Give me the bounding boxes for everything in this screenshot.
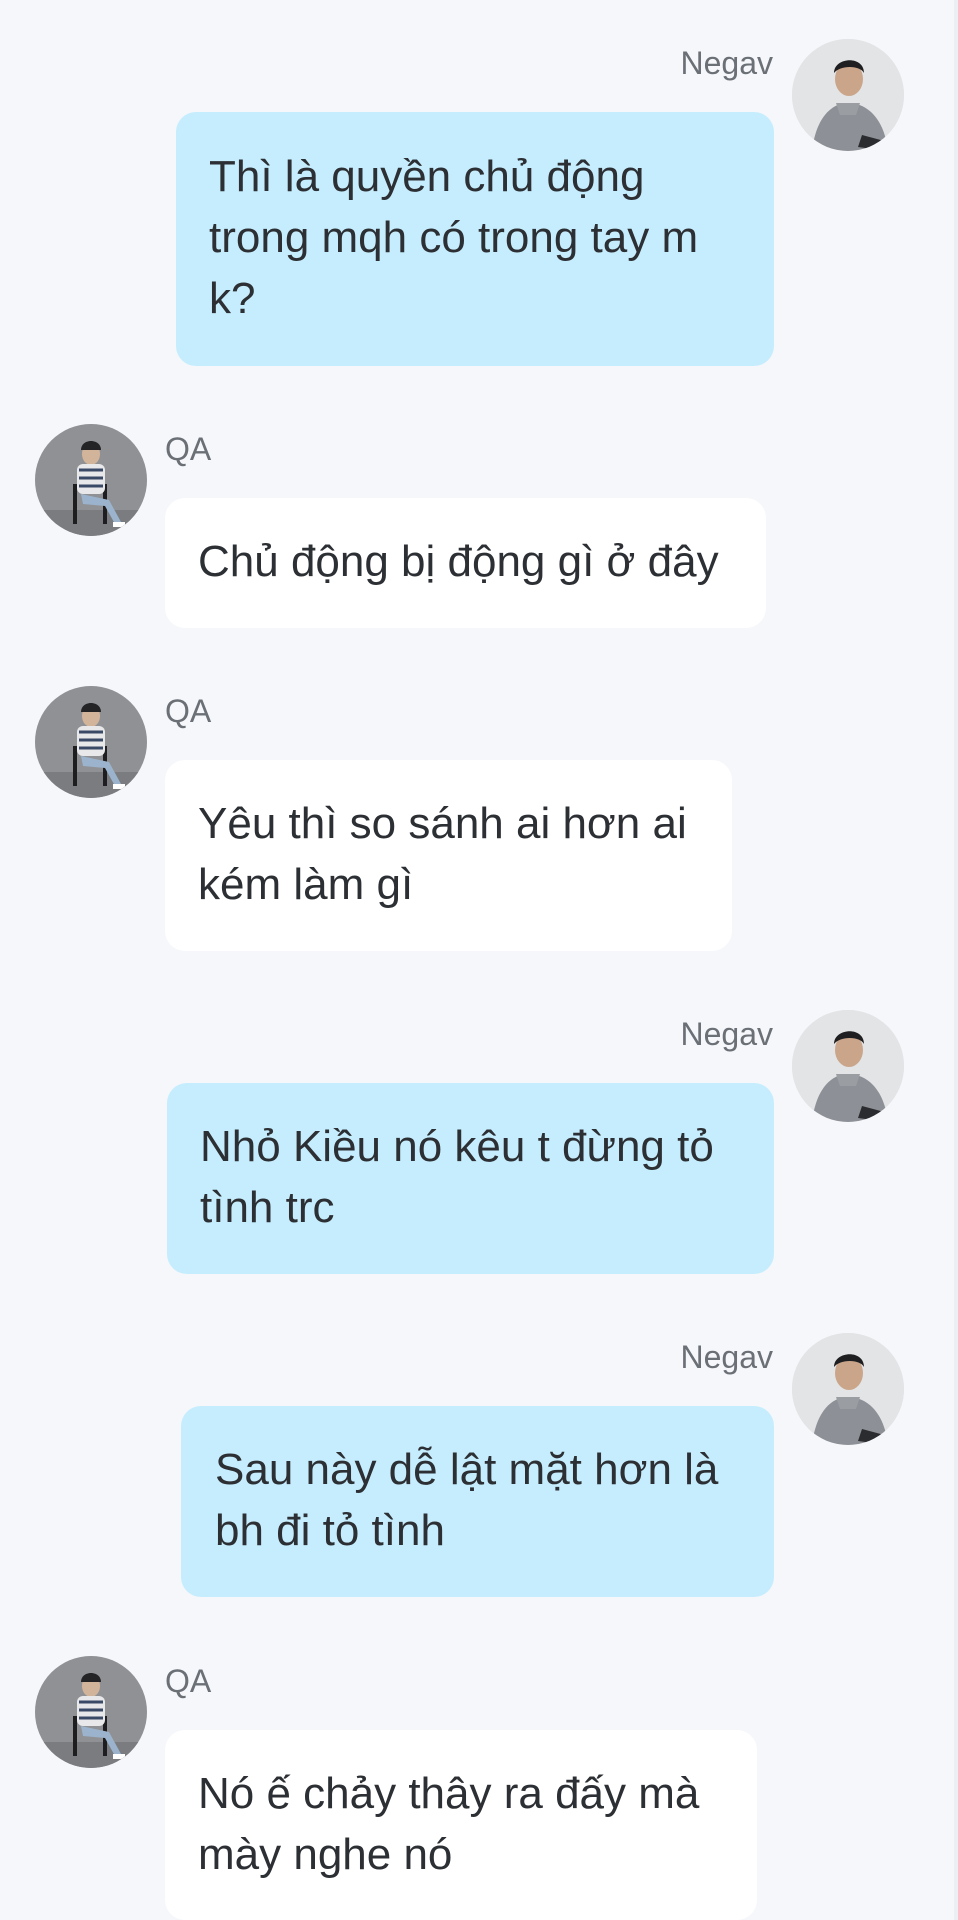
message-text: Chủ động bị động gì ở đây <box>198 537 719 586</box>
message-text: Sau này dễ lật mặt hơn là bh đi tỏ tình <box>215 1445 719 1555</box>
message-bubble-outgoing[interactable]: Nhỏ Kiều nó kêu t đừng tỏ tình trc <box>167 1083 774 1274</box>
person-seated-avatar-icon[interactable] <box>35 686 147 798</box>
person-seated-avatar-icon[interactable] <box>35 1656 147 1768</box>
message-text: Nhỏ Kiều nó kêu t đừng tỏ tình trc <box>200 1122 714 1232</box>
message-text: Thì là quyền chủ động trong mqh có trong… <box>209 152 699 323</box>
message-bubble-incoming[interactable]: Nó ế chảy thây ra đấy mà mày nghe nó <box>165 1730 757 1920</box>
message-text: Yêu thì so sánh ai hơn ai kém làm gì <box>198 799 687 909</box>
sender-name: Negav <box>680 1016 774 1052</box>
scrollbar[interactable] <box>954 0 958 1920</box>
message-text: Nó ế chảy thây ra đấy mà mày nghe nó <box>198 1769 700 1879</box>
sender-name: Negav <box>680 1339 774 1375</box>
person-portrait-avatar-icon[interactable] <box>792 39 904 151</box>
sender-name: QA <box>165 1663 212 1699</box>
message-bubble-outgoing[interactable]: Sau này dễ lật mặt hơn là bh đi tỏ tình <box>181 1406 774 1597</box>
message-bubble-incoming[interactable]: Yêu thì so sánh ai hơn ai kém làm gì <box>165 760 732 951</box>
message-bubble-outgoing[interactable]: Thì là quyền chủ động trong mqh có trong… <box>176 112 774 366</box>
person-seated-avatar-icon[interactable] <box>35 424 147 536</box>
person-portrait-avatar-icon[interactable] <box>792 1010 904 1122</box>
sender-name: QA <box>165 431 212 467</box>
sender-name: QA <box>165 693 212 729</box>
message-bubble-incoming[interactable]: Chủ động bị động gì ở đây <box>165 498 766 628</box>
sender-name: Negav <box>680 45 774 81</box>
person-portrait-avatar-icon[interactable] <box>792 1333 904 1445</box>
